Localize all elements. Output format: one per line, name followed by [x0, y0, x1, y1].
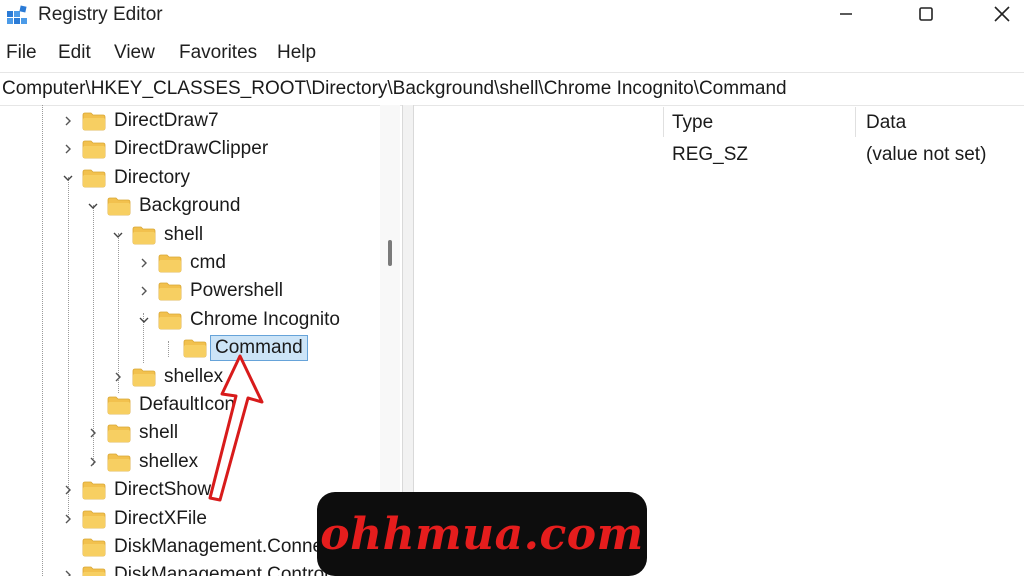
menu-help[interactable]: Help [277, 41, 316, 65]
folder-icon [158, 311, 182, 330]
tree-item-label: Directory [114, 166, 191, 188]
folder-icon [158, 254, 182, 273]
close-icon [994, 6, 1010, 22]
tree-item[interactable]: Chrome Incognito [136, 307, 340, 333]
annotation-arrow [208, 354, 264, 502]
chevron-right-icon [65, 514, 71, 524]
tree-item[interactable]: shell [85, 420, 178, 446]
chevron-right-icon [65, 116, 71, 126]
maximize-button[interactable] [900, 0, 952, 28]
tree-item[interactable]: shellex [85, 449, 198, 475]
folder-icon [132, 368, 156, 386]
tree-item-label: shell [139, 422, 179, 444]
chevron-right-icon [90, 457, 96, 467]
address-bar[interactable]: Computer\HKEY_CLASSES_ROOT\Directory\Bac… [0, 72, 1024, 106]
tree-item-label: DirectDrawClipper [114, 138, 269, 160]
maximize-icon [919, 7, 933, 21]
column-separator[interactable] [663, 107, 664, 137]
chevron-down-icon [113, 232, 123, 238]
value-data-cell[interactable]: (value not set) [866, 143, 986, 167]
chevron-down-icon [139, 317, 149, 323]
menu-file[interactable]: File [6, 41, 37, 65]
tree-guide-line [42, 105, 43, 576]
folder-icon [158, 282, 182, 301]
tree-expander[interactable] [60, 511, 76, 527]
tree-expander[interactable] [60, 141, 76, 157]
tree-item[interactable]: shell [110, 222, 203, 248]
folder-icon [107, 453, 131, 472]
tree-item[interactable]: DirectShow [60, 477, 211, 503]
registry-editor-icon [7, 5, 27, 24]
column-separator[interactable] [855, 107, 856, 137]
tree-item-label: Powershell [190, 280, 283, 302]
folder-icon [132, 226, 156, 244]
watermark-text: ohhmua.com [320, 508, 644, 560]
menu-favorites[interactable]: Favorites [179, 41, 257, 65]
tree-item-label: Background [139, 195, 241, 217]
tree-item-label: DirectXFile [114, 507, 207, 529]
address-path[interactable]: Computer\HKEY_CLASSES_ROOT\Directory\Bac… [2, 77, 787, 101]
tree-item[interactable]: DiskManagement.Conne [60, 534, 323, 560]
chevron-right-icon [65, 485, 71, 495]
tree-expander[interactable] [136, 255, 152, 271]
close-button[interactable] [976, 0, 1024, 28]
tree-expander[interactable] [85, 198, 101, 214]
tree-item[interactable]: DiskManagement.Control [60, 562, 328, 576]
tree-item-label: shell [164, 223, 204, 245]
scrollbar-thumb[interactable] [388, 240, 392, 266]
tree-item[interactable]: Directory [60, 165, 190, 191]
folder-icon [82, 112, 106, 131]
folder-icon [82, 481, 106, 500]
tree-item[interactable]: DirectXFile [60, 506, 207, 532]
tree-item[interactable]: cmd [136, 250, 226, 276]
tree-guide-line [68, 177, 69, 517]
tree-item-label: DiskManagement.Control [114, 564, 329, 576]
folder-icon [82, 510, 106, 528]
tree-item-label: DiskManagement.Conne [114, 536, 324, 557]
menu-bar: File Edit View Favorites Help [0, 38, 1024, 68]
chevron-right-icon [65, 570, 71, 576]
watermark-logo: ohhmua.com [317, 492, 647, 576]
tree-expander[interactable] [60, 170, 76, 186]
tree-item-label: Chrome Incognito [190, 308, 340, 330]
title-bar: Registry Editor [0, 0, 1024, 34]
folder-icon [82, 538, 106, 557]
folder-icon [82, 169, 106, 188]
tree-item[interactable]: DirectDrawClipper [60, 136, 268, 162]
tree-item[interactable]: Powershell [136, 278, 283, 304]
tree-expander[interactable] [85, 425, 101, 441]
chevron-right-icon [115, 372, 121, 382]
menu-view[interactable]: View [114, 41, 155, 65]
minimize-button[interactable] [820, 0, 872, 28]
window-title: Registry Editor [38, 4, 163, 25]
tree-expander[interactable] [136, 312, 152, 328]
tree-expander[interactable] [85, 454, 101, 470]
column-header-data[interactable]: Data [866, 111, 906, 135]
menu-edit[interactable]: Edit [58, 41, 91, 65]
tree-item[interactable]: Background [85, 193, 240, 219]
chevron-right-icon [141, 258, 147, 268]
tree-expander[interactable] [110, 369, 126, 385]
tree-expander[interactable] [110, 227, 126, 243]
tree-item[interactable]: DirectDraw7 [60, 108, 219, 134]
column-header-type[interactable]: Type [672, 111, 713, 135]
chevron-right-icon [65, 144, 71, 154]
value-type-cell[interactable]: REG_SZ [672, 143, 748, 167]
folder-icon [107, 197, 131, 216]
tree-expander[interactable] [136, 283, 152, 299]
folder-icon [107, 424, 131, 443]
tree-expander[interactable] [60, 482, 76, 498]
folder-icon [107, 396, 131, 415]
minimize-icon [840, 13, 852, 15]
chevron-down-icon [88, 203, 98, 210]
tree-item-label: DirectDraw7 [114, 110, 219, 131]
chevron-right-icon [90, 428, 96, 438]
tree-item-label: cmd [190, 252, 226, 273]
chevron-right-icon [141, 286, 147, 296]
tree-expander[interactable] [60, 113, 76, 129]
chevron-down-icon [63, 175, 73, 181]
folder-icon [82, 566, 106, 576]
tree-expander[interactable] [60, 567, 76, 576]
folder-icon [82, 140, 106, 159]
